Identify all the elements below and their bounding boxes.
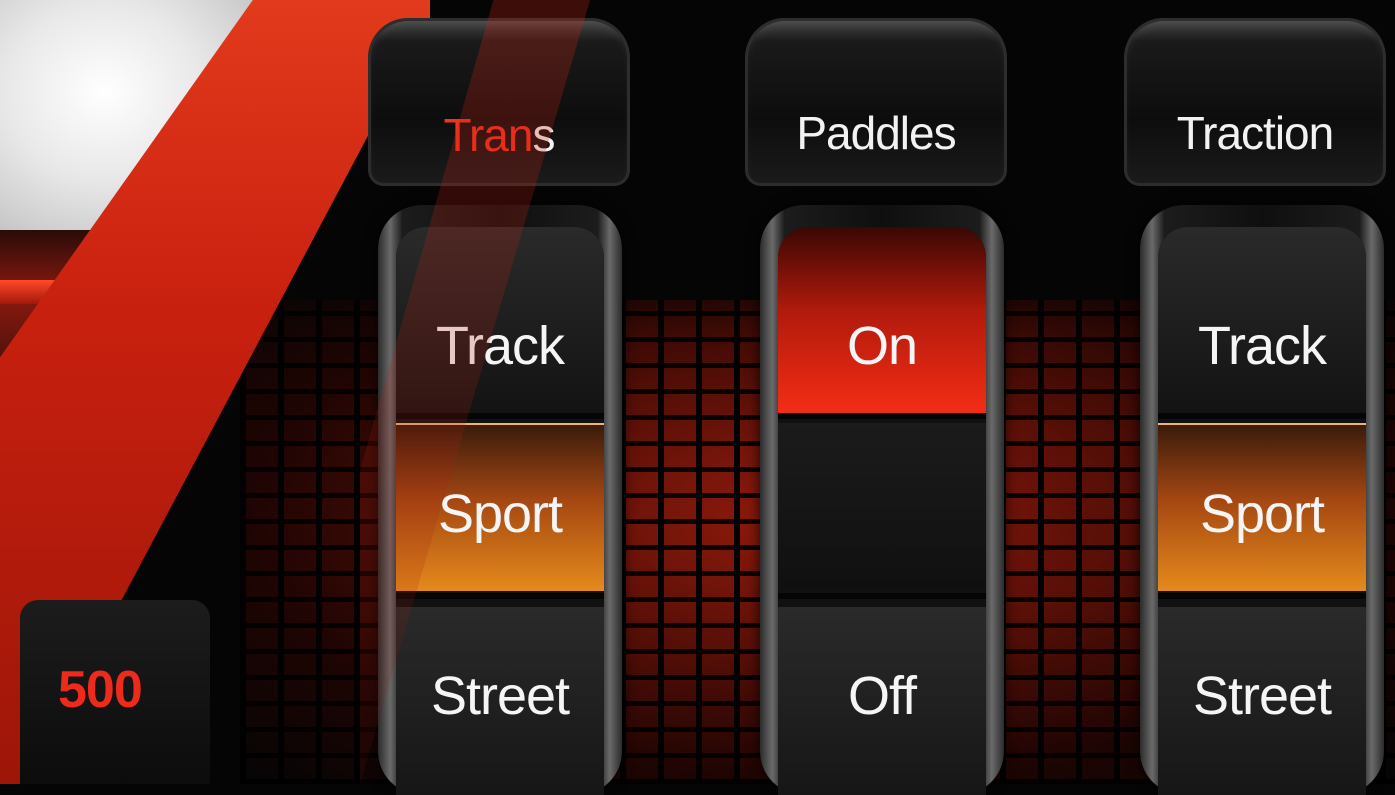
trans-option-street[interactable]: Street	[396, 607, 604, 795]
paddles-label: Paddles	[745, 106, 1007, 160]
divider	[778, 593, 986, 599]
traction-option-track[interactable]: Track	[1158, 227, 1366, 413]
traction-mode-button[interactable]: Traction	[1124, 18, 1386, 186]
traction-option-street[interactable]: Street	[1158, 607, 1366, 795]
trans-selector-inner: Track Sport Street	[396, 227, 604, 795]
car-photo: 500	[0, 0, 430, 784]
paddles-selector[interactable]: On Off	[760, 205, 1004, 795]
paddles-selector-inner: On Off	[778, 227, 986, 795]
trans-option-track[interactable]: Track	[396, 227, 604, 413]
traction-option-street-label: Street	[1192, 666, 1332, 726]
trans-option-street-label: Street	[430, 666, 570, 726]
odometer-value: 500	[58, 661, 143, 719]
paddles-label-rest: Paddles	[796, 107, 956, 159]
paddles-option-off-label: Off	[847, 666, 917, 726]
trans-label-highlight: Tran	[443, 109, 534, 161]
trans-option-track-label: Track	[436, 316, 565, 376]
divider	[1158, 413, 1366, 419]
traction-option-sport-label: Sport	[1199, 484, 1325, 544]
divider	[1158, 593, 1366, 599]
traction-label-rest: Traction	[1176, 107, 1334, 159]
traction-label: Traction	[1124, 106, 1386, 160]
trans-option-sport-label: Sport	[437, 484, 563, 544]
paddles-option-on-label: On	[846, 316, 918, 376]
paddles-option-on[interactable]: On	[778, 227, 986, 413]
divider	[396, 593, 604, 599]
traction-selector[interactable]: Track Sport Street	[1140, 205, 1384, 795]
trans-option-sport[interactable]: Sport	[396, 423, 604, 591]
trans-mode-button[interactable]: Trans	[368, 18, 630, 186]
paddles-option-off[interactable]: Off	[778, 607, 986, 795]
paddles-option-empty	[778, 423, 986, 589]
trans-selector[interactable]: Track Sport Street	[378, 205, 622, 795]
trans-label-rest: s	[532, 109, 555, 161]
traction-selector-inner: Track Sport Street	[1158, 227, 1366, 795]
divider	[778, 413, 986, 419]
divider	[396, 413, 604, 419]
paddles-mode-button[interactable]: Paddles	[745, 18, 1007, 186]
traction-option-sport[interactable]: Sport	[1158, 423, 1366, 591]
trans-label: Trans	[368, 108, 630, 162]
traction-option-track-label: Track	[1198, 316, 1327, 376]
